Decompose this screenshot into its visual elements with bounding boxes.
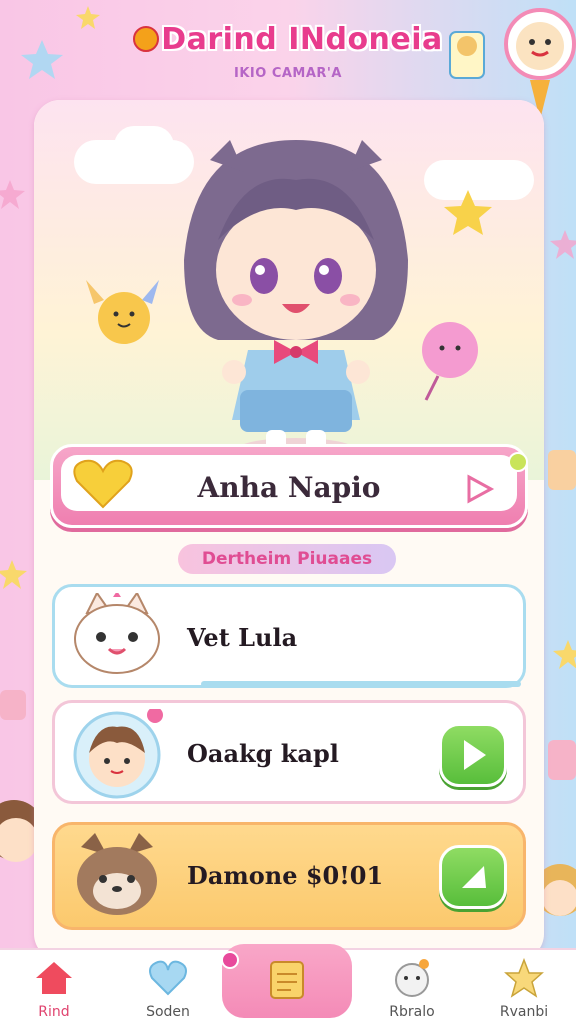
cat-avatar-icon [74,593,160,674]
nav-item-rewards[interactable]: Rvanbi [474,950,574,1024]
character-name-banner[interactable]: Anha Napio [50,444,528,528]
app-title-text: Darind INdoneia [161,22,443,57]
app-title: Darind INdoneia [0,22,576,57]
item-label: Vet Lula [187,623,298,652]
nav-item-favorites[interactable]: Soden [118,950,218,1024]
home-icon [36,962,72,994]
nav-label: Rbralo [389,1004,435,1020]
note-icon [270,961,304,999]
list-item[interactable]: Damone $0!01 [52,822,526,930]
item-label: Oaakg kapl [187,739,339,768]
nav-label: Rvanbi [499,1004,549,1020]
character-hero [34,100,544,480]
play-icon[interactable] [463,473,495,505]
notification-dot-icon [508,452,528,472]
chibi-character-illustration [86,140,492,462]
play-button[interactable] [439,723,507,787]
nav-item-home[interactable]: Rind [4,950,104,1024]
star-icon [504,958,544,998]
nav-item-center[interactable] [221,944,352,1018]
arrow-icon [462,866,486,888]
nav-label: Rind [38,1004,70,1020]
boy-avatar-icon [73,709,163,799]
logo-icon [133,26,160,52]
send-button[interactable] [439,845,507,909]
face-icon [395,959,429,997]
item-label: Damone $0!01 [187,861,384,890]
notification-dot-icon [221,951,239,969]
heart-icon [149,960,187,996]
list-item[interactable]: Oaakg kapl [52,700,526,804]
character-name: Anha Napio [197,471,381,504]
dog-avatar-icon [77,833,157,915]
nav-item-profile[interactable]: Rbralo [362,950,462,1024]
item-progress-line [201,681,521,687]
app-subtitle: IKIO CAMAR'A [234,66,342,81]
play-icon [464,740,486,770]
nav-label: Soden [146,1004,190,1020]
section-title: Dertheim Piuaaes [178,544,396,574]
list-item[interactable]: Vet Lula [52,584,526,688]
